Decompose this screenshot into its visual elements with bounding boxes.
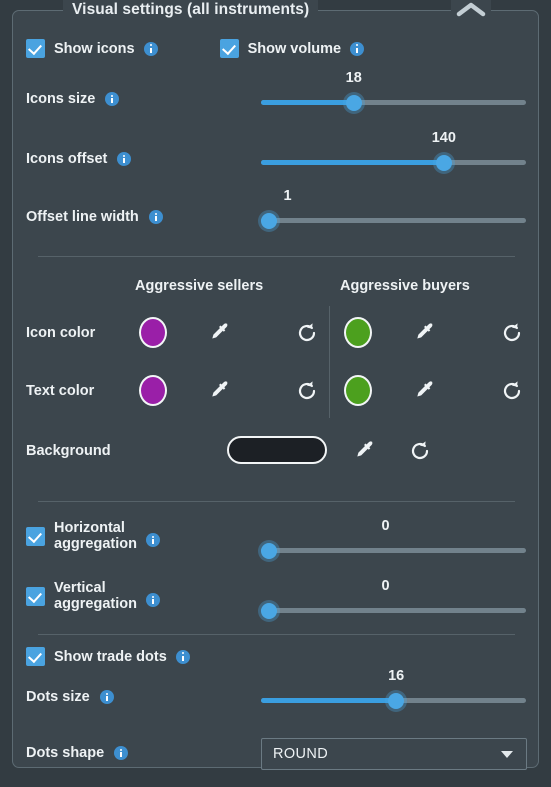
text-color-buyers-reset-button[interactable] [499,378,525,404]
horizontal-aggregation-value: 0 [381,518,390,534]
horizontal-aggregation-checkbox-box[interactable] [26,526,45,546]
icons-size-info-icon[interactable] [105,92,120,106]
icon-color-buyers-swatch[interactable] [344,317,372,348]
horizontal-aggregation-slider[interactable]: 0 [260,518,526,560]
background-label: Background [26,443,111,459]
show-trade-dots-checkbox-box[interactable] [26,647,45,666]
icons-size-value: 18 [345,70,362,86]
reset-icon [503,323,521,342]
dots-size-value: 16 [388,668,405,684]
dots-size-slider[interactable]: 16 [261,668,526,710]
reset-icon [298,323,316,342]
text-color-sellers-swatch[interactable] [139,375,167,406]
horizontal-aggregation-slider-thumb[interactable] [260,542,277,559]
eyedropper-icon [357,441,373,457]
icons-offset-info-icon[interactable] [117,152,132,166]
visual-settings-panel: Visual settings (all instruments) Show i… [12,0,539,770]
dots-shape-info-icon[interactable] [114,746,129,760]
dots-size-label: Dots size [26,689,90,705]
background-color-swatch[interactable] [227,436,327,464]
offset-line-width-label: Offset line width [26,209,139,225]
offset-line-width-slider-track[interactable] [261,218,526,223]
icons-offset-slider-thumb[interactable] [435,154,452,171]
text-color-sellers-reset-button[interactable] [294,378,320,404]
vertical-aggregation-slider-track[interactable] [261,608,526,613]
vertical-aggregation-info-icon[interactable] [145,593,160,607]
dots-shape-label: Dots shape [26,745,105,761]
offset-line-width-info-icon[interactable] [148,210,163,224]
icons-offset-slider-fill [261,160,444,165]
dots-size-slider-fill [261,698,397,703]
vertical-aggregation-slider-thumb[interactable] [260,602,277,619]
column-header-aggressive-sellers: Aggressive sellers [135,278,264,294]
reset-icon [411,441,429,460]
icon-color-sellers-swatch[interactable] [139,317,167,348]
icon-color-label: Icon color [26,325,96,341]
show-volume-info-icon[interactable] [350,41,365,56]
show-volume-checkbox-box[interactable] [219,39,239,58]
dots-shape-dropdown[interactable]: ROUND [261,738,527,770]
dots-size-slider-thumb[interactable] [388,692,405,709]
text-color-sellers-eyedropper-button[interactable] [207,378,233,404]
divider-3 [38,634,515,635]
show-trade-dots-info-icon[interactable] [175,649,190,664]
checkbox-show-trade-dots[interactable]: Show trade dots [26,647,190,666]
horizontal-aggregation-label: Horizontal aggregation [54,520,137,552]
vertical-aggregation-label: Vertical aggregation [54,580,137,612]
chevron-down-icon[interactable] [501,751,513,758]
offset-line-width-slider[interactable]: 1 [260,188,526,230]
eyedropper-icon [417,323,433,339]
icons-size-slider-fill [261,100,354,105]
divider-1 [38,256,515,257]
horizontal-aggregation-slider-track[interactable] [261,548,526,553]
icons-size-slider-thumb[interactable] [345,94,362,111]
checkbox-show-icons[interactable]: Show icons [26,39,158,58]
offset-line-width-value: 1 [283,188,292,204]
text-color-buyers-swatch[interactable] [344,375,372,406]
icon-color-sellers-eyedropper-button[interactable] [207,320,233,346]
background-eyedropper-button[interactable] [352,438,378,464]
offset-line-width-slider-thumb[interactable] [260,212,277,229]
icon-color-buyers-reset-button[interactable] [499,320,525,346]
text-color-buyers-eyedropper-button[interactable] [412,378,438,404]
icons-offset-value: 140 [431,130,456,146]
dots-shape-value: ROUND [273,746,329,762]
show-icons-label: Show icons [54,40,135,57]
collapse-panel-button[interactable] [451,0,491,22]
show-icons-checkbox-box[interactable] [26,39,45,58]
checkbox-vertical-aggregation[interactable]: Vertical aggregation [26,580,160,612]
icons-size-label: Icons size [26,91,96,107]
icon-color-sellers-reset-button[interactable] [294,320,320,346]
show-volume-label: Show volume [247,40,342,57]
vertical-aggregation-slider[interactable]: 0 [260,578,526,620]
eyedropper-icon [212,381,228,397]
icon-color-buyers-eyedropper-button[interactable] [412,320,438,346]
chevron-up-icon [451,2,491,18]
text-color-label: Text color [26,383,95,399]
background-reset-button[interactable] [407,438,433,464]
show-icons-info-icon[interactable] [143,41,158,56]
show-trade-dots-label: Show trade dots [54,648,167,665]
reset-icon [503,381,521,400]
eyedropper-icon [212,323,228,339]
reset-icon [298,381,316,400]
checkbox-show-volume[interactable]: Show volume [219,39,365,58]
horizontal-aggregation-info-icon[interactable] [145,533,160,547]
checkbox-horizontal-aggregation[interactable]: Horizontal aggregation [26,520,160,552]
icons-offset-label: Icons offset [26,151,108,167]
icons-offset-slider[interactable]: 140 [261,130,526,172]
icons-size-slider[interactable]: 18 [261,70,526,112]
vertical-aggregation-checkbox-box[interactable] [26,586,45,606]
dots-size-info-icon[interactable] [99,690,114,704]
vertical-aggregation-value: 0 [381,578,390,594]
column-header-aggressive-buyers: Aggressive buyers [340,278,470,294]
divider-2 [38,501,515,502]
panel-title: Visual settings (all instruments) [63,0,319,21]
eyedropper-icon [417,381,433,397]
